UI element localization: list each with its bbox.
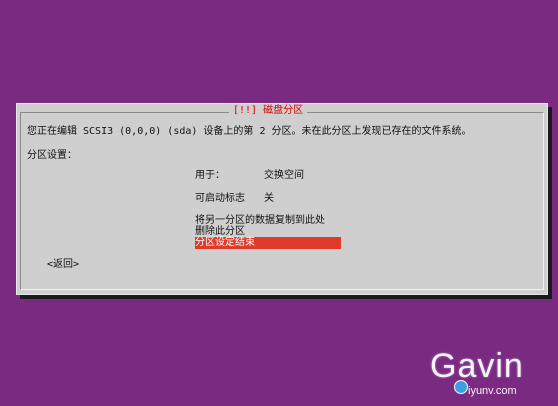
- done-setting-partition-menu-item[interactable]: 分区设定结束: [195, 237, 341, 249]
- watermark-domain: iyunv.com: [468, 385, 517, 397]
- watermark-bubble-icon: [454, 380, 468, 394]
- watermark-brand: Gavin: [430, 347, 524, 385]
- dialog-frame: [20, 112, 544, 290]
- use-as-value[interactable]: 交换空间: [264, 170, 304, 182]
- partition-description: 您正在编辑 SCSI3 (0,0,0) (sda) 设备上的第 2 分区。未在此…: [27, 126, 472, 137]
- use-as-label[interactable]: 用于：: [195, 170, 225, 182]
- partition-dialog: [!!] 磁盘分区 您正在编辑 SCSI3 (0,0,0) (sda) 设备上的…: [16, 103, 548, 295]
- watermark: Gavin iyunv.com: [426, 346, 550, 402]
- bootable-flag-value[interactable]: 关: [264, 193, 274, 205]
- dialog-title: [!!] 磁盘分区: [229, 104, 308, 118]
- back-button[interactable]: <返回>: [47, 259, 79, 271]
- partition-settings-label: 分区设置：: [27, 150, 77, 161]
- bootable-flag-label[interactable]: 可启动标志: [195, 193, 245, 205]
